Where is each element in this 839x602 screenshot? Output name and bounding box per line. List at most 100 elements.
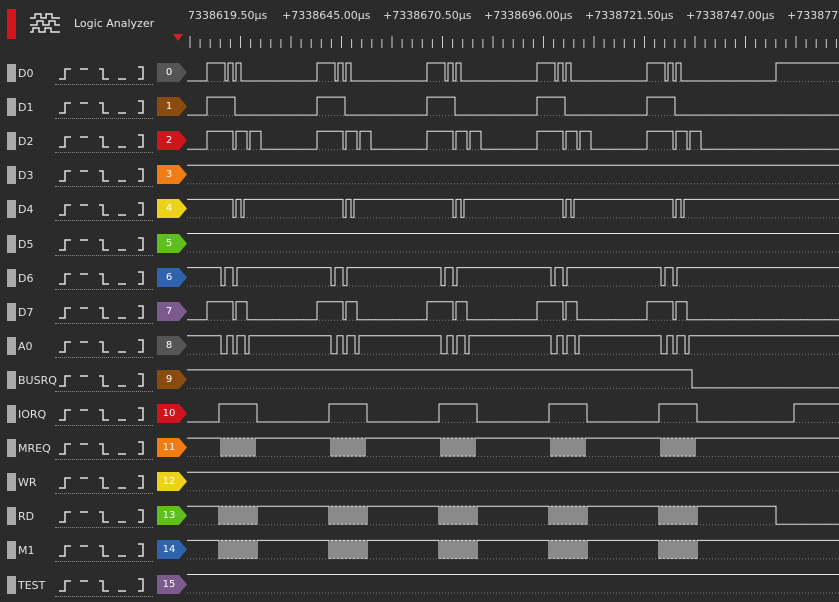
trigger-options-icon[interactable]	[55, 436, 155, 460]
channel-index: 3	[165, 169, 173, 181]
channel-row[interactable]: RD 13	[0, 499, 839, 533]
channel-handle[interactable]	[7, 370, 16, 389]
ruler-ticks	[189, 36, 837, 48]
channel-index: 11	[162, 442, 176, 454]
channel-row[interactable]: D2 2	[0, 124, 839, 158]
channel-handle[interactable]	[7, 336, 16, 355]
channel-row[interactable]: D4 4	[0, 192, 839, 226]
channel-row[interactable]: TEST 15	[0, 568, 839, 602]
record-indicator[interactable]	[7, 9, 16, 39]
trigger-options-icon[interactable]	[55, 368, 155, 392]
channel-name: WR	[18, 476, 37, 490]
channel-handle[interactable]	[7, 166, 16, 185]
channel-handle[interactable]	[7, 200, 16, 219]
channel-index: 7	[165, 305, 173, 317]
channel-badge[interactable]: 15	[157, 574, 187, 594]
channel-badge[interactable]: 3	[157, 165, 187, 185]
trigger-divider	[55, 493, 153, 495]
time-ruler[interactable]: 7338619.50µs +7338645.00µs +7338670.50µs…	[186, 0, 839, 60]
channel-name: D7	[18, 305, 34, 319]
channel-badge[interactable]: 14	[157, 540, 187, 560]
channel-name: TEST	[18, 578, 46, 592]
trigger-options-icon[interactable]	[55, 61, 155, 85]
channel-handle[interactable]	[7, 132, 16, 151]
trigger-options-icon[interactable]	[55, 573, 155, 597]
channel-row[interactable]: D7 7	[0, 295, 839, 329]
trigger-options-icon[interactable]	[55, 538, 155, 562]
trigger-options-icon[interactable]	[55, 504, 155, 528]
trigger-divider	[55, 254, 153, 256]
channel-row[interactable]: WR 12	[0, 465, 839, 499]
channel-handle[interactable]	[7, 541, 16, 560]
trigger-options-icon[interactable]	[55, 300, 155, 324]
trigger-divider	[55, 322, 153, 324]
channel-index: 5	[165, 237, 173, 249]
channel-badge[interactable]: 13	[157, 506, 187, 526]
trigger-divider	[55, 390, 153, 392]
channel-index: 4	[165, 203, 173, 215]
channel-handle[interactable]	[7, 234, 16, 253]
trigger-options-icon[interactable]	[55, 334, 155, 358]
channel-badge[interactable]: 7	[157, 301, 187, 321]
channel-row[interactable]: IORQ 10	[0, 397, 839, 431]
channel-badge[interactable]: 9	[157, 369, 187, 389]
channel-name: MREQ	[18, 442, 51, 456]
channel-badge[interactable]: 10	[157, 404, 187, 423]
channel-handle[interactable]	[7, 507, 16, 526]
channel-row[interactable]: M1 14	[0, 533, 839, 567]
trigger-options-icon[interactable]	[55, 402, 155, 426]
channel-index: 9	[165, 373, 173, 385]
channel-row[interactable]: D6 6	[0, 261, 839, 295]
channel-handle[interactable]	[7, 473, 16, 492]
channel-name: D4	[18, 203, 34, 217]
channel-index: 12	[162, 476, 176, 488]
trigger-divider	[55, 186, 153, 188]
channel-name: D5	[18, 237, 34, 251]
channel-badge[interactable]: 4	[157, 199, 187, 219]
channel-handle[interactable]	[7, 64, 16, 82]
channel-badge[interactable]: 8	[157, 335, 187, 355]
channel-name: D6	[18, 271, 34, 285]
trigger-options-icon[interactable]	[55, 197, 155, 221]
channel-name: D3	[18, 169, 34, 183]
channel-index: 8	[165, 339, 173, 351]
channel-row[interactable]: D5 5	[0, 227, 839, 261]
channel-name: A0	[18, 339, 33, 353]
channel-index: 15	[162, 578, 176, 590]
trigger-divider	[55, 118, 153, 120]
trigger-divider	[55, 288, 153, 290]
trigger-options-icon[interactable]	[55, 266, 155, 290]
channel-handle[interactable]	[7, 268, 16, 287]
channel-badge[interactable]: 6	[157, 267, 187, 287]
channel-handle[interactable]	[7, 405, 16, 423]
channel-badge[interactable]: 5	[157, 233, 187, 253]
trigger-divider	[55, 527, 153, 529]
trigger-options-icon[interactable]	[55, 470, 155, 494]
channel-name: IORQ	[18, 408, 47, 421]
trigger-options-icon[interactable]	[55, 95, 155, 119]
channel-row[interactable]: D1 1	[0, 90, 839, 124]
channel-row[interactable]: MREQ 11	[0, 431, 839, 465]
trigger-options-icon[interactable]	[55, 129, 155, 153]
channel-handle[interactable]	[7, 98, 16, 117]
channel-row[interactable]: A0 8	[0, 329, 839, 363]
trigger-options-icon[interactable]	[55, 232, 155, 256]
channel-name: BUSRQ	[18, 373, 57, 387]
trigger-options-icon[interactable]	[55, 163, 155, 187]
channel-row[interactable]: D0 0	[0, 56, 839, 90]
channel-handle[interactable]	[7, 439, 16, 458]
trigger-marker-icon[interactable]	[173, 34, 183, 41]
channel-index: 0	[165, 67, 173, 78]
trigger-divider	[55, 595, 153, 597]
channel-row[interactable]: BUSRQ 9	[0, 363, 839, 397]
channel-row[interactable]: D3 3	[0, 158, 839, 192]
channel-badge[interactable]: 12	[157, 472, 187, 492]
channel-badge[interactable]: 11	[157, 438, 187, 458]
channel-handle[interactable]	[7, 575, 16, 594]
header: Logic Analyzer 7338619.50µs +7338645.00µ…	[0, 0, 839, 60]
channel-badge[interactable]: 0	[157, 63, 187, 82]
channel-badge[interactable]: 1	[157, 97, 187, 117]
channel-handle[interactable]	[7, 302, 16, 321]
channel-badge[interactable]: 2	[157, 131, 187, 151]
trigger-divider	[55, 561, 153, 563]
